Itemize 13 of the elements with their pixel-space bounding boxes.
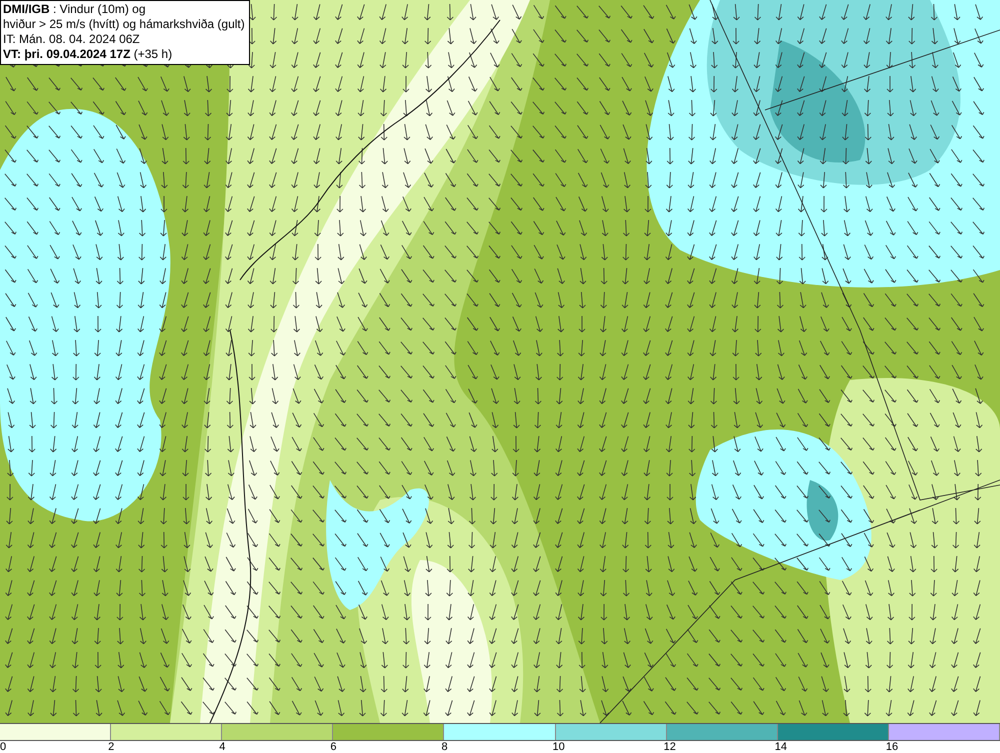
legend-tick-label: 2	[108, 741, 114, 753]
legend-tick-label: 8	[441, 741, 448, 753]
legend-tick-label: 6	[330, 741, 336, 753]
info-text: VT: þri. 09.04.2024 17Z (+35 h)	[3, 47, 174, 62]
info-text: hviður > 25 m/s (hvítt) og hámarkshviða (gult)	[3, 17, 245, 32]
info-text: DMI/IGB : Vindur (10m) og	[3, 2, 146, 17]
legend-tick-label: 4	[219, 741, 226, 753]
info-text: IT: Mán. 08. 04. 2024 06Z	[3, 32, 141, 47]
legend-tick-label: 12	[664, 741, 676, 753]
legend-tick-label: 14	[774, 741, 788, 753]
legend-tick-label: 16	[886, 741, 898, 753]
legend-tick-label: 0	[0, 741, 6, 753]
legend-tick-label: 10	[552, 741, 565, 753]
